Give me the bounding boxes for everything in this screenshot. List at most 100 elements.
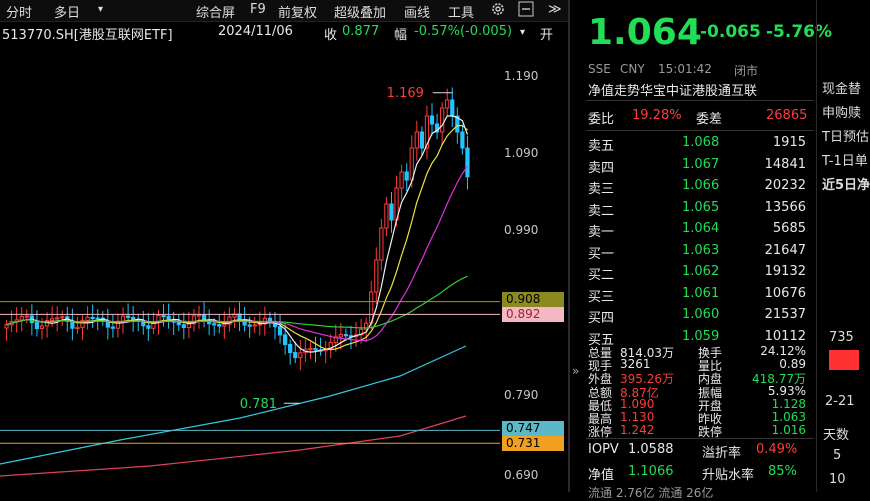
candle-body	[75, 326, 80, 330]
recent-5d-item[interactable]: 近5日净	[822, 174, 870, 193]
candle-body	[212, 323, 217, 326]
quote-panel: 1.064 -0.065 -5.76% SSE CNY 15:01:42 闭市 …	[586, 0, 832, 500]
candlestick-chart[interactable]: 1.169 0.781	[0, 66, 500, 492]
book-level-label: 买二	[588, 268, 615, 283]
candle-body	[125, 315, 131, 318]
book-price: 1.061	[682, 285, 720, 301]
order-book-row: 买一 1.063 21647	[586, 242, 810, 262]
exchange-code: SSE	[588, 62, 611, 76]
collapse-panel-handle[interactable]: »	[570, 0, 586, 492]
symbol-label: 513770.SH[港股互联网ETF]	[2, 28, 173, 43]
flow-date: 2-21	[825, 394, 855, 409]
level-tag-0908: 0.908	[502, 292, 564, 307]
composite-screen-button[interactable]: 综合屏	[196, 2, 235, 21]
book-volume: 19132	[764, 264, 806, 279]
chart-info-bar: 513770.SH[港股互联网ETF] 2024/11/06 收 0.877 幅…	[0, 22, 570, 44]
candles-group	[4, 87, 470, 371]
candle-body	[217, 324, 222, 327]
open-label: 开	[540, 28, 554, 43]
weibi-value: 19.28%	[632, 108, 682, 123]
multiday-button[interactable]: 多日	[54, 2, 80, 21]
candle-body	[181, 324, 186, 328]
book-volume: 21537	[764, 307, 806, 322]
range-value: -0.57%(-0.005)	[414, 24, 513, 39]
order-book-row: 卖二 1.065 13566	[586, 199, 810, 219]
multiday-dropdown-icon[interactable]: ▾	[98, 4, 103, 15]
y-tick-0790: 0.790	[504, 388, 539, 402]
t-estimate-item[interactable]: T日预估	[822, 126, 869, 145]
currency: CNY	[620, 62, 645, 76]
candle-body	[19, 316, 24, 321]
candle-body	[201, 314, 207, 321]
book-level-label: 买一	[588, 246, 615, 262]
candle-body	[131, 316, 136, 321]
candle-body	[298, 352, 303, 359]
book-volume: 5685	[772, 221, 806, 236]
days-label: 天数	[823, 428, 850, 443]
quote-divider	[586, 130, 814, 131]
candle-body	[338, 334, 343, 338]
flow-bar	[829, 350, 859, 370]
book-level-label: 卖一	[588, 225, 615, 240]
book-level-label: 买三	[588, 289, 615, 305]
book-price: 1.064	[682, 221, 720, 236]
book-price: 1.060	[682, 307, 720, 322]
info-dropdown-icon[interactable]: ▾	[520, 27, 525, 38]
draw-line-button[interactable]: 画线	[404, 2, 430, 21]
days-10[interactable]: 10	[829, 472, 846, 487]
book-price: 1.062	[682, 264, 720, 279]
stat-value: 5.93%	[767, 383, 806, 398]
level-tag-0731: 0.731	[502, 436, 564, 451]
candle-body	[277, 326, 283, 336]
t1-item[interactable]: T-1日单	[822, 150, 868, 169]
weibi-label: 委比	[588, 112, 615, 127]
order-book-row: 卖四 1.067 14841	[586, 156, 810, 176]
book-level-label: 卖五	[588, 139, 615, 154]
book-price: 1.066	[682, 178, 720, 193]
minimize-icon[interactable]	[518, 1, 534, 21]
chart-toolbar: 分时 多日 ▾ 综合屏 F9 前复权 超级叠加 画线 工具 ≫	[0, 0, 570, 22]
quote-time: 15:01:42	[658, 62, 712, 76]
subscribe-item[interactable]: 申购赎	[822, 102, 861, 121]
collapse-arrow-icon[interactable]: »	[572, 364, 579, 378]
pre-adjust-button[interactable]: 前复权	[278, 2, 317, 21]
high-annotation: 1.169	[387, 86, 424, 101]
nav-trend-title[interactable]: 净值走势华宝中证港股通互联	[588, 80, 757, 99]
last-price: 1.064	[588, 12, 702, 53]
quote-divider	[586, 100, 814, 101]
bar-date: 2024/11/06	[218, 24, 293, 39]
candle-body	[313, 348, 318, 351]
book-volume: 10676	[764, 285, 806, 301]
book-level-label: 卖三	[588, 182, 615, 197]
stat-value: 0.89	[779, 357, 806, 372]
candle-body	[85, 316, 90, 321]
tools-button[interactable]: 工具	[448, 2, 474, 21]
super-overlay-button[interactable]: 超级叠加	[334, 2, 386, 21]
candle-body	[252, 324, 257, 327]
order-book-row: 卖五 1.068 1915	[586, 134, 810, 154]
timeshare-button[interactable]: 分时	[6, 2, 32, 21]
order-book-row: 卖一 1.064 5685	[586, 220, 810, 240]
order-book-row: 买二 1.062 19132	[586, 263, 810, 283]
book-price: 1.067	[682, 156, 720, 172]
settings-gear-icon[interactable]	[490, 1, 506, 21]
stats-row: 总额 8.87亿 振幅 5.93%	[586, 383, 810, 400]
candle-body	[450, 99, 455, 117]
f9-button[interactable]: F9	[250, 2, 266, 17]
days-5[interactable]: 5	[833, 448, 841, 463]
ma250-line	[0, 415, 467, 477]
close-label: 收	[324, 28, 338, 43]
order-book-row: 卖三 1.066 20232	[586, 177, 810, 197]
candle-body	[247, 324, 252, 327]
book-volume: 14841	[764, 156, 806, 172]
moving-averages-group	[0, 115, 469, 477]
nav-label: 净值	[588, 468, 615, 483]
book-price: 1.068	[682, 135, 720, 150]
weicha-value: 26865	[766, 108, 808, 123]
cash-sub-item[interactable]: 现金替	[822, 78, 861, 97]
candle-body	[39, 325, 45, 330]
book-volume: 20232	[764, 178, 806, 193]
expand-icon[interactable]: ≫	[548, 2, 562, 17]
candle-body	[161, 315, 166, 318]
float-row: 流通 2.76亿 流通 26亿	[588, 486, 714, 500]
